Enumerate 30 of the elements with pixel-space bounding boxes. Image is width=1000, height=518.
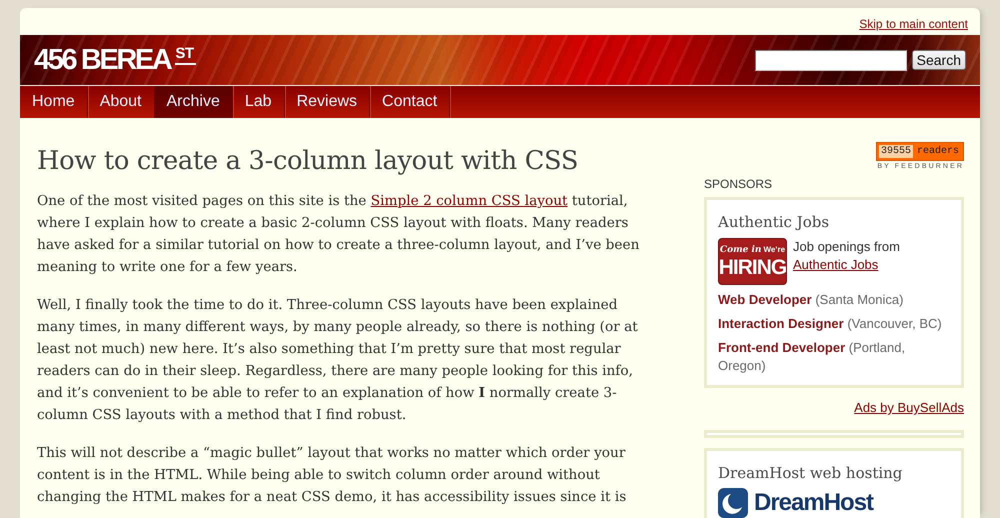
search-field[interactable] (754, 50, 907, 70)
article-title: How to create a 3-column layout with CSS (37, 145, 580, 177)
job-link[interactable]: Web Developer (718, 292, 812, 307)
nav-tab[interactable]: Home (20, 86, 88, 118)
nav-tab[interactable]: Archive (154, 86, 233, 118)
nav-tab[interactable]: Reviews (284, 86, 370, 118)
logo-wordmark[interactable]: DreamHost (754, 490, 874, 516)
card-title: Authentic Jobs (718, 212, 830, 233)
sponsor-intro: Job openings from Authentic Jobs (793, 238, 901, 274)
job-listing: Web Developer (Santa Monica) (718, 291, 904, 309)
hiring-sign[interactable]: Come in We’re HIRING (718, 238, 787, 285)
reader-count: 39555 (879, 145, 914, 158)
job-listing: Interaction Designer (Vancouver, BC) (718, 315, 943, 333)
article-paragraph: This will not describe a “magic bullet” layout that works no matter which order your content is in the HTML. While being able to switch column order around without changing the HTML makes for a neat CSS demo, it has accessibility issues since it is (37, 444, 628, 507)
job-listing: Front-end Developer (Portland, Oregon) (718, 339, 906, 375)
ads-link[interactable]: Ads by BuySellAds (854, 399, 964, 417)
nav-tab[interactable]: Contact (370, 86, 450, 118)
search-button[interactable]: Search (912, 50, 966, 70)
skip-link[interactable]: Skip to main content (859, 17, 968, 32)
job-link[interactable]: Front-end Developer (718, 340, 846, 355)
inline-link[interactable]: Simple 2 column CSS layout (370, 193, 568, 209)
nav-tab[interactable]: Lab (232, 86, 285, 118)
sponsor-link[interactable]: Authentic Jobs (793, 257, 878, 272)
article-paragraph: Well, I finally took the time to do it. Three-column CSS layouts have been explained many times, in many different ways, by many people already, so there is nothing (or at least not much) new here. It’s also something that I’m pretty sure that most regular readers can do in their sleep. Regardless, there are many people looking for this info, and it’s convenient to be able to refer to an explanation of how I normally create 3-column CSS layouts with a method that I find robust. (37, 296, 639, 425)
article-paragraph: One of the most visited pages on this site is the Simple 2 column CSS layout tutorial, where I explain how to create a basic 2-column CSS layout with floats. Many readers have asked for a similar tutorial on how to create a three-column layout, and I’ve been meaning to write one for a few years. (37, 192, 640, 277)
readers-label: readers (916, 145, 960, 158)
reader-count-badge[interactable]: 39555 readers (876, 142, 964, 161)
job-link[interactable]: Interaction Designer (718, 316, 844, 331)
section-heading: SPONSORS (704, 176, 774, 192)
card-title: DreamHost web hosting (718, 463, 904, 484)
